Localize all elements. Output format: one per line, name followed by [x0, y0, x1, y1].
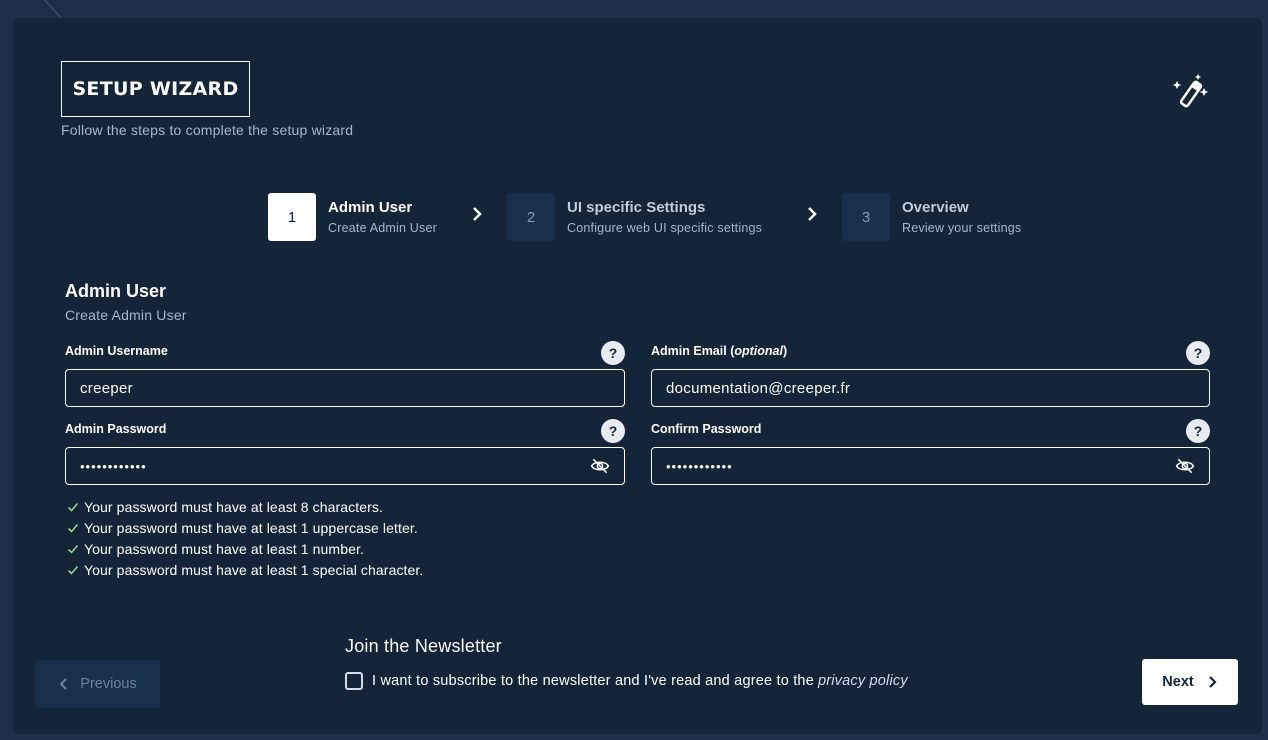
section-subtitle: Create Admin User	[65, 307, 187, 323]
step-2-description: Configure web UI specific settings	[567, 221, 763, 235]
password-requirement-text: Your password must have at least 1 speci…	[84, 562, 424, 578]
wizard-subtitle: Follow the steps to complete the setup w…	[61, 122, 354, 138]
password-requirement-text: Your password must have at least 8 chara…	[84, 499, 384, 515]
password-value: ••••••••••••	[80, 458, 147, 474]
confirm-password-help-icon[interactable]: ?	[1186, 419, 1210, 443]
email-help-icon[interactable]: ?	[1186, 341, 1210, 365]
step-3-description: Review your settings	[902, 221, 1022, 235]
check-icon	[67, 565, 79, 575]
password-requirement: Your password must have at least 1 speci…	[67, 562, 423, 578]
step-3-title: Overview	[902, 199, 969, 216]
confirm-password-input[interactable]: ••••••••••••	[651, 447, 1210, 485]
eye-slash-icon[interactable]	[590, 456, 610, 476]
chevron-right-icon	[808, 207, 817, 221]
username-input[interactable]: creeper	[65, 369, 625, 407]
newsletter-row: I want to subscribe to the newsletter an…	[345, 672, 908, 690]
username-help-icon[interactable]: ?	[601, 341, 625, 365]
password-requirement: Your password must have at least 1 upper…	[67, 520, 418, 536]
step-2[interactable]: 2 UI specific Settings Configure web UI …	[507, 193, 762, 241]
password-requirement-text: Your password must have at least 1 numbe…	[84, 541, 364, 557]
next-button[interactable]: Next	[1142, 659, 1238, 705]
step-1-description: Create Admin User	[328, 221, 437, 235]
password-input[interactable]: ••••••••••••	[65, 447, 625, 485]
step-1[interactable]: 1 Admin User Create Admin User	[268, 193, 437, 241]
chevron-right-icon	[1208, 676, 1217, 688]
password-requirement-text: Your password must have at least 1 upper…	[84, 520, 418, 536]
privacy-policy-link[interactable]: privacy policy	[818, 673, 908, 689]
check-icon	[67, 502, 79, 512]
password-requirement: Your password must have at least 1 numbe…	[67, 541, 364, 557]
chevron-left-icon	[59, 678, 67, 690]
step-1-number: 1	[268, 193, 316, 241]
step-3[interactable]: 3 Overview Review your settings	[842, 193, 1021, 241]
password-requirement: Your password must have at least 8 chara…	[67, 499, 383, 515]
newsletter-checkbox[interactable]	[345, 672, 363, 690]
email-label-text: Admin Email	[651, 344, 727, 358]
setup-wizard-card: SETUP WIZARD Follow the steps to complet…	[13, 18, 1262, 734]
password-label: Admin Password	[65, 422, 167, 436]
step-1-title: Admin User	[328, 199, 413, 216]
magic-wand-icon	[1172, 74, 1209, 108]
chevron-right-icon	[473, 207, 482, 221]
step-2-number: 2	[507, 193, 555, 241]
eye-slash-icon[interactable]	[1175, 456, 1195, 476]
step-3-number: 3	[842, 193, 890, 241]
previous-label: Previous	[80, 676, 137, 692]
previous-button[interactable]: Previous	[35, 660, 160, 708]
step-2-title: UI specific Settings	[567, 199, 706, 216]
newsletter-label: I want to subscribe to the newsletter an…	[372, 673, 814, 689]
email-input[interactable]: documentation@creeper.fr	[651, 369, 1210, 407]
email-label-optional: optional	[734, 344, 783, 358]
wizard-title-box: SETUP WIZARD	[61, 61, 250, 117]
username-value: creeper	[80, 379, 133, 397]
check-icon	[67, 544, 79, 554]
password-help-icon[interactable]: ?	[601, 419, 625, 443]
wizard-title: SETUP WIZARD	[72, 78, 239, 100]
section-title: Admin User	[65, 281, 167, 301]
email-label: Admin Email (optional)	[651, 344, 788, 358]
confirm-password-label: Confirm Password	[651, 422, 762, 436]
newsletter-title: Join the Newsletter	[345, 636, 502, 656]
confirm-password-value: ••••••••••••	[666, 458, 733, 474]
check-icon	[67, 523, 79, 533]
next-label: Next	[1162, 674, 1194, 690]
username-label: Admin Username	[65, 344, 168, 358]
email-value: documentation@creeper.fr	[666, 379, 851, 397]
